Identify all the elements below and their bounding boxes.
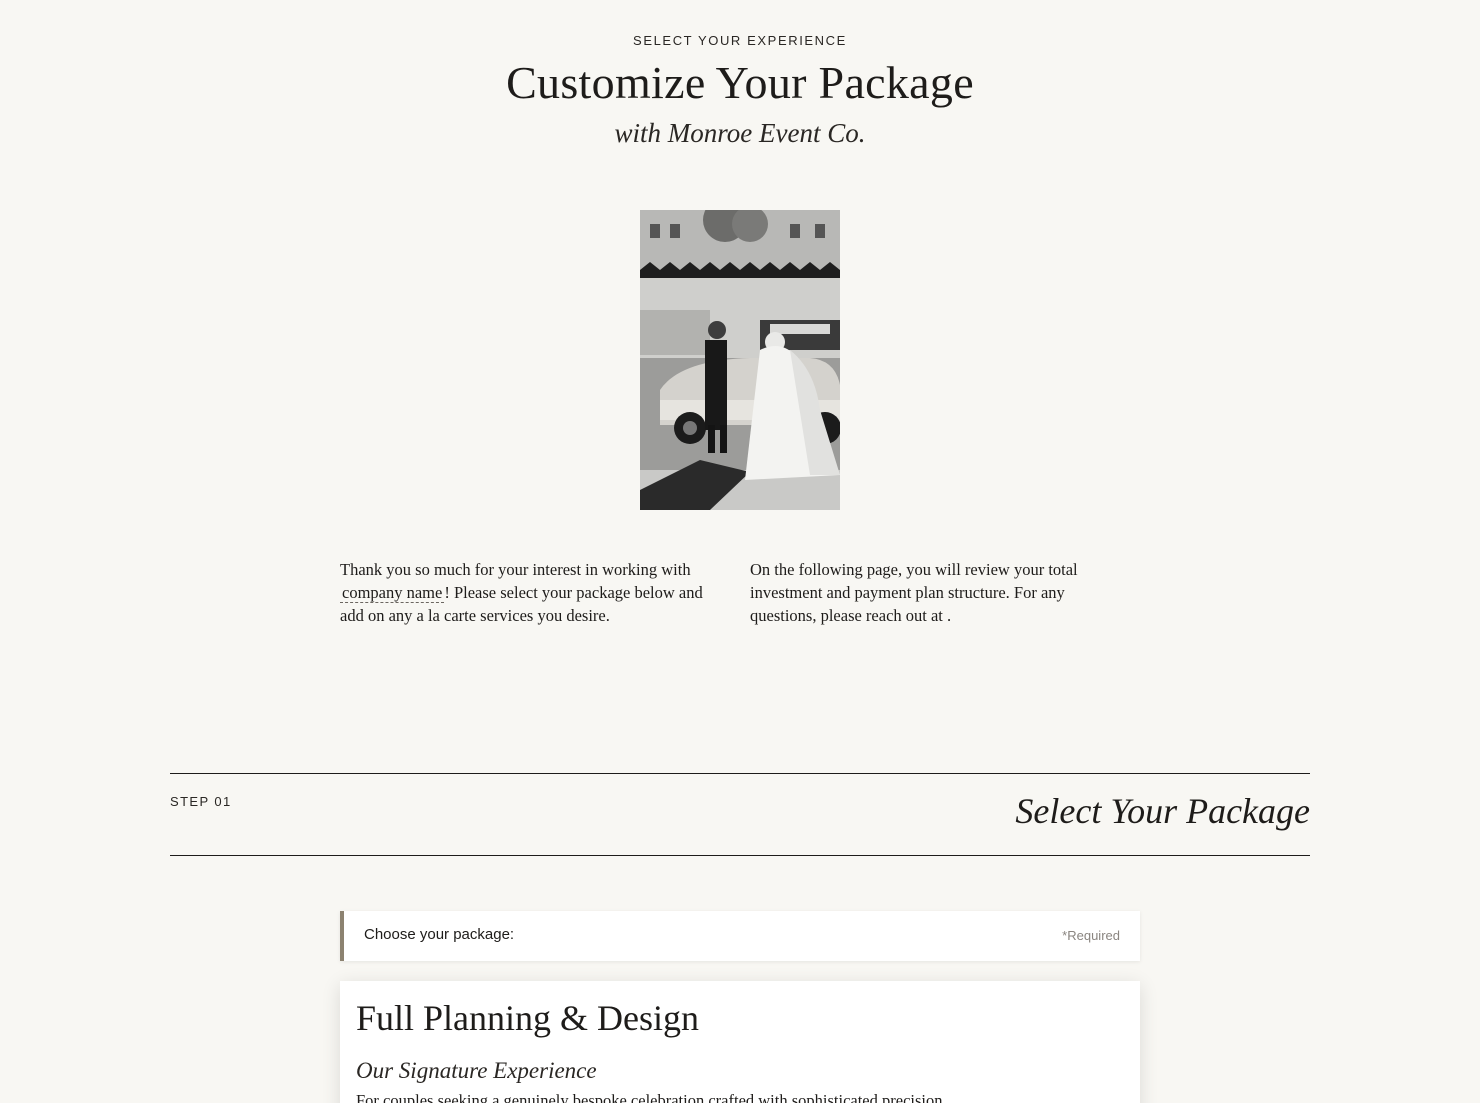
required-indicator: *Required — [1062, 928, 1120, 943]
company-name-link[interactable]: company name — [340, 583, 445, 603]
hero-photo — [640, 210, 840, 510]
page: SELECT YOUR EXPERIENCE Customize Your Pa… — [0, 0, 1480, 1103]
step-number: STEP 01 — [170, 794, 232, 809]
package-select-label: Choose your package: — [364, 926, 515, 943]
eyebrow-label: SELECT YOUR EXPERIENCE — [633, 33, 847, 48]
intro-left-text: Thank you so much for your interest in w… — [340, 558, 720, 627]
intro-right-text: On the following page, you will review y… — [750, 560, 1078, 625]
page-subtitle: with Monroe Event Co. — [614, 118, 866, 148]
package-option-card[interactable]: Full Planning & Design Our Signature Exp… — [340, 981, 1140, 1103]
page-title: Customize Your Package — [506, 57, 974, 108]
intro-left-before: Thank you so much for your interest in w… — [340, 560, 691, 579]
package-name: Full Planning & Design — [356, 998, 700, 1038]
step-title: Select Your Package — [1015, 791, 1310, 831]
step-header: STEP 01 Select Your Package — [170, 773, 1310, 856]
package-tagline: Our Signature Experience — [356, 1058, 597, 1083]
package-description: For couples seeking a genuinely bespoke … — [356, 1091, 947, 1103]
package-select-field[interactable]: Choose your package: *Required — [340, 911, 1140, 961]
